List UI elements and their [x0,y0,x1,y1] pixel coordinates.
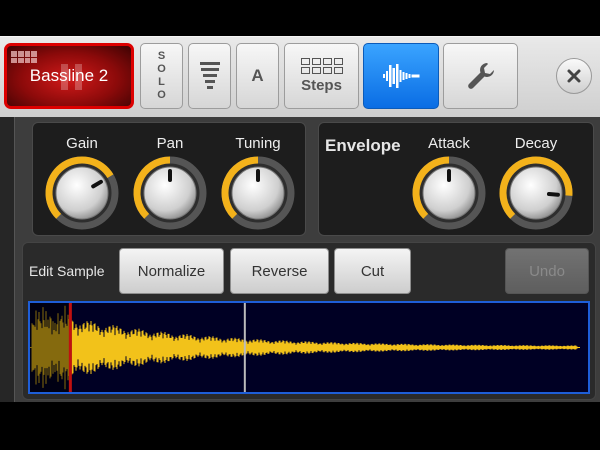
level-meter-icon [199,62,220,89]
steps-label: Steps [301,77,342,94]
steps-grid-icon [300,58,343,74]
selection-region[interactable] [30,303,72,392]
gain-label: Gain [66,135,98,152]
edit-sample-label: Edit Sample [29,263,105,279]
selection-marker[interactable] [68,303,72,392]
undo-button[interactable]: Undo [505,248,589,294]
solo-label: SOLO [157,50,166,101]
mix-knob-panel: Gain Pan Tuning [32,122,306,236]
close-button[interactable] [556,58,592,94]
track-name: Bassline 2 [29,66,109,85]
side-strip [0,117,15,402]
normalize-button[interactable]: Normalize [119,248,224,294]
steps-button[interactable]: Steps [284,43,359,109]
level-meter-button[interactable] [188,43,231,109]
wrench-icon [467,63,494,89]
envelope-title: Envelope [325,136,401,155]
waveform-editor-button[interactable] [363,43,439,109]
track-grid-icon [11,51,37,63]
gain-knob[interactable] [44,155,120,231]
waveform-display[interactable] [28,301,590,394]
track-select-button[interactable]: Bassline 2 [4,43,134,109]
solo-button[interactable]: SOLO [140,43,183,109]
settings-button[interactable] [443,43,518,109]
attack-label: Attack [428,135,470,152]
pan-knob[interactable] [132,155,208,231]
close-icon [567,69,581,83]
envelope-panel: Envelope Attack Decay [318,122,594,236]
waveform-graph [30,303,580,392]
pattern-letter: A [251,66,264,85]
tuning-label: Tuning [235,135,281,152]
instrument-panel: Gain Pan Tuning Envelope Attack Decay Ed… [0,117,600,402]
decay-knob[interactable] [498,155,574,231]
decay-label: Decay [514,135,558,152]
reverse-button[interactable]: Reverse [230,248,329,294]
waveform-icon [383,64,420,88]
attack-knob[interactable] [411,155,487,231]
pan-label: Pan [156,135,184,152]
cut-button[interactable]: Cut [334,248,411,294]
pattern-a-button[interactable]: A [236,43,279,109]
tuning-knob[interactable] [220,155,296,231]
top-toolbar: Bassline 2 SOLO A Steps [0,36,600,118]
